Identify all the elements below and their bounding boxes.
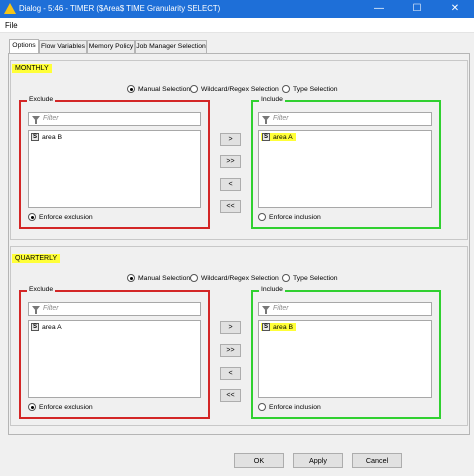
exclude-label: Exclude: [27, 96, 56, 103]
radio-label: Manual Selection: [138, 274, 191, 282]
ok-button[interactable]: OK: [234, 453, 284, 468]
menu-bar: File: [0, 18, 474, 33]
string-type-icon: S: [262, 133, 270, 141]
radio-label: Wildcard/Regex Selection: [201, 274, 279, 282]
radio-icon: [190, 85, 198, 93]
add-button[interactable]: >: [220, 321, 241, 334]
include-label: Include: [259, 96, 285, 103]
apply-button[interactable]: Apply: [293, 453, 343, 468]
list-item[interactable]: S area B: [31, 133, 62, 141]
wildcard-selection-radio[interactable]: Wildcard/Regex Selection: [190, 85, 279, 93]
radio-icon: [282, 85, 290, 93]
string-type-icon: S: [31, 323, 39, 331]
tab-job-manager-selection[interactable]: Job Manager Selection: [135, 40, 207, 53]
include-label: Include: [259, 286, 285, 293]
manual-selection-radio[interactable]: Manual Selection: [127, 274, 190, 282]
title-bar: Dialog - 5:46 - TIMER ($Area$ TIME Granu…: [0, 0, 474, 18]
radio-icon: [190, 274, 198, 282]
radio-checked-icon: [28, 403, 36, 411]
cancel-button[interactable]: Cancel: [352, 453, 402, 468]
menu-file[interactable]: File: [5, 21, 18, 30]
tab-flow-variables[interactable]: Flow Variables: [39, 40, 87, 53]
list-item[interactable]: S area B: [261, 323, 297, 331]
exclude-filter-input[interactable]: Filter: [28, 112, 201, 126]
radio-label: Wildcard/Regex Selection: [201, 85, 279, 93]
wildcard-selection-radio[interactable]: Wildcard/Regex Selection: [190, 274, 279, 282]
radio-checked-icon: [28, 213, 36, 221]
enforce-inclusion-radio[interactable]: Enforce inclusion: [258, 213, 321, 221]
include-list[interactable]: S area B: [258, 320, 432, 398]
add-all-button[interactable]: >>: [220, 155, 241, 168]
exclude-filter-input[interactable]: Filter: [28, 302, 201, 316]
include-list[interactable]: S area A: [258, 130, 432, 208]
radio-checked-icon: [127, 274, 135, 282]
tab-options[interactable]: Options: [9, 39, 39, 53]
list-item[interactable]: S area A: [261, 133, 296, 141]
window-title: Dialog - 5:46 - TIMER ($Area$ TIME Granu…: [19, 4, 221, 13]
radio-label: Manual Selection: [138, 85, 191, 93]
selection-mode-row: Manual Selection Wildcard/Regex Selectio…: [0, 85, 474, 95]
remove-button[interactable]: <: [220, 178, 241, 191]
string-type-icon: S: [262, 323, 270, 331]
exclude-list[interactable]: S area B: [28, 130, 201, 208]
warning-icon: [4, 3, 16, 14]
exclude-group: Exclude Filter S area A Enforce exclusio…: [19, 286, 210, 419]
section-title: QUARTERLY: [12, 254, 61, 263]
radio-label: Type Selection: [293, 85, 338, 93]
enforce-inclusion-radio[interactable]: Enforce inclusion: [258, 403, 321, 411]
add-button[interactable]: >: [220, 133, 241, 146]
include-filter-input[interactable]: Filter: [258, 302, 432, 316]
add-all-button[interactable]: >>: [220, 344, 241, 357]
type-selection-radio[interactable]: Type Selection: [282, 274, 338, 282]
enforce-exclusion-radio[interactable]: Enforce exclusion: [28, 403, 93, 411]
radio-checked-icon: [127, 85, 135, 93]
maximize-button[interactable]: ☐: [398, 0, 436, 18]
exclude-list[interactable]: S area A: [28, 320, 201, 398]
enforce-exclusion-radio[interactable]: Enforce exclusion: [28, 213, 93, 221]
selection-mode-row: Manual Selection Wildcard/Regex Selectio…: [0, 274, 474, 284]
remove-button[interactable]: <: [220, 367, 241, 380]
remove-all-button[interactable]: <<: [220, 389, 241, 402]
include-group: Include Filter S area B Enforce inclusio…: [251, 286, 441, 419]
exclude-group: Exclude Filter S area B Enforce exclusio…: [19, 96, 210, 229]
include-filter-input[interactable]: Filter: [258, 112, 432, 126]
manual-selection-radio[interactable]: Manual Selection: [127, 85, 190, 93]
section-title: MONTHLY: [12, 64, 52, 73]
radio-label: Type Selection: [293, 274, 338, 282]
tab-memory-policy[interactable]: Memory Policy: [87, 40, 135, 53]
radio-icon: [258, 403, 266, 411]
list-item[interactable]: S area A: [31, 323, 62, 331]
radio-icon: [258, 213, 266, 221]
minimize-button[interactable]: —: [360, 0, 398, 18]
include-group: Include Filter S area A Enforce inclusio…: [251, 96, 441, 229]
exclude-label: Exclude: [27, 286, 56, 293]
remove-all-button[interactable]: <<: [220, 200, 241, 213]
radio-icon: [282, 274, 290, 282]
type-selection-radio[interactable]: Type Selection: [282, 85, 338, 93]
string-type-icon: S: [31, 133, 39, 141]
close-button[interactable]: ✕: [436, 0, 474, 18]
